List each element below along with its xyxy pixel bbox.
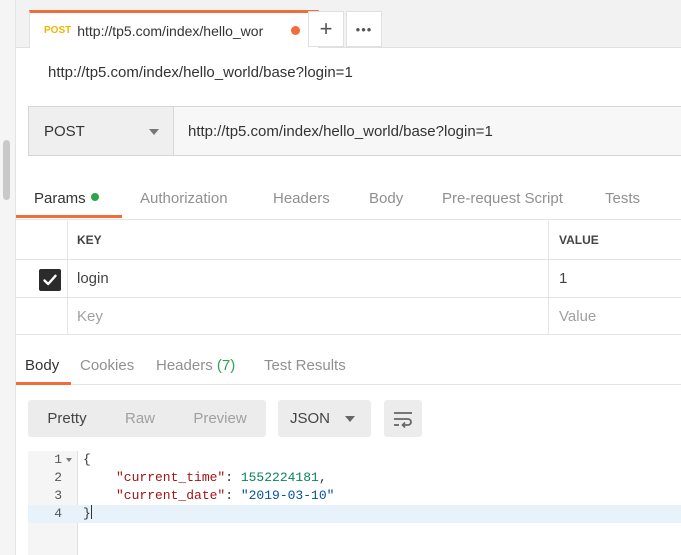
tab-response-headers[interactable]: Headers (7) [156, 357, 235, 374]
table-row: login 1 [16, 260, 681, 298]
request-tab[interactable]: POST http://tp5.com/index/hello_wor [29, 10, 319, 48]
checkmark-icon [43, 274, 57, 286]
fold-arrow-icon[interactable] [66, 458, 72, 462]
chevron-down-icon [345, 416, 355, 422]
code-text: "current_date": "2019-03-10" [116, 487, 334, 505]
method-dropdown[interactable]: POST [29, 107, 174, 155]
code-line: 3 "current_date": "2019-03-10" [28, 487, 681, 505]
code-text: { [83, 452, 91, 467]
json-comma: , [318, 470, 327, 485]
code-line-active: 4 } [28, 505, 681, 523]
response-body-editor[interactable]: 1 { 2 "current_time": 1552224181, 3 "cur… [28, 451, 681, 555]
table-row-empty: Key Value [16, 298, 681, 335]
format-label: JSON [290, 410, 331, 427]
request-tabs: Params Authorization Headers Body Pre-re… [16, 180, 681, 220]
params-table: KEY VALUE login 1 Key Value [16, 221, 681, 335]
json-string: "2019-03-10" [240, 488, 335, 503]
tab-method-badge: POST [44, 25, 72, 36]
url-input[interactable] [174, 107, 681, 155]
tab-body[interactable]: Body [369, 190, 403, 207]
value-header-label: VALUE [559, 233, 599, 247]
params-indicator-dot-icon [90, 193, 99, 201]
json-key: "current_date" [116, 488, 226, 503]
format-dropdown[interactable]: JSON [278, 400, 371, 437]
tab-cookies[interactable]: Cookies [80, 357, 134, 374]
more-tabs-button[interactable]: ••• [346, 11, 382, 47]
pretty-button[interactable]: Pretty [28, 400, 106, 437]
new-key-cell[interactable]: Key [68, 298, 549, 334]
wrap-lines-button[interactable] [384, 400, 422, 437]
tab-params-label: Params [34, 190, 86, 207]
param-value-cell[interactable]: 1 [549, 260, 681, 297]
value-placeholder: Value [559, 307, 597, 325]
tab-title: http://tp5.com/index/hello_wor [77, 22, 264, 39]
value-column-header: VALUE [549, 221, 681, 259]
key-placeholder: Key [77, 307, 103, 325]
code-text: "current_time": 1552224181, [116, 469, 327, 487]
line-number: 3 [54, 488, 62, 503]
key-header-label: KEY [77, 233, 102, 247]
unsaved-dot-icon [291, 26, 301, 35]
active-response-tab-indicator [16, 382, 71, 385]
chevron-down-icon [149, 129, 159, 135]
empty-check-cell [16, 298, 68, 334]
key-column-header: KEY [68, 221, 549, 259]
response-headers-label: Headers [156, 357, 213, 374]
close-brace: } [83, 506, 91, 521]
table-header-row: KEY VALUE [16, 221, 681, 260]
tab-headers[interactable]: Headers [273, 190, 330, 207]
raw-button[interactable]: Raw [106, 400, 174, 437]
view-mode-toggle: Pretty Raw Preview [28, 400, 266, 437]
ellipsis-icon: ••• [355, 21, 373, 37]
code-line: 2 "current_time": 1552224181, [28, 469, 681, 487]
tab-test-results[interactable]: Test Results [264, 357, 346, 374]
new-tab-button[interactable]: + [308, 11, 344, 47]
json-colon: : [225, 470, 241, 485]
tab-response-body[interactable]: Body [25, 357, 59, 374]
tab-params[interactable]: Params [34, 190, 99, 207]
request-tab-strip: POST http://tp5.com/index/hello_wor + ••… [16, 0, 681, 48]
row-check-cell [16, 260, 68, 297]
param-key-cell[interactable]: login [68, 260, 549, 297]
param-enabled-checkbox[interactable] [39, 269, 61, 291]
line-number: 1 [54, 452, 62, 467]
preview-button[interactable]: Preview [174, 400, 266, 437]
plus-icon: + [319, 16, 333, 41]
wrap-lines-icon [394, 411, 412, 428]
param-value: 1 [559, 270, 568, 287]
tab-authorization[interactable]: Authorization [140, 190, 228, 207]
request-name[interactable]: http://tp5.com/index/hello_world/base?lo… [48, 64, 353, 81]
tab-tests[interactable]: Tests [605, 190, 640, 207]
tab-pre-request-script[interactable]: Pre-request Script [442, 190, 563, 207]
new-value-cell[interactable]: Value [549, 298, 681, 334]
response-tabs: Body Cookies Headers (7) Test Results [16, 345, 681, 385]
param-key: login [77, 270, 109, 287]
sidebar-scrollbar[interactable] [3, 140, 10, 200]
json-colon: : [225, 488, 241, 503]
header-check-cell [16, 221, 68, 259]
line-number: 4 [54, 506, 62, 521]
left-sidebar-edge [0, 0, 16, 555]
line-number: 2 [54, 470, 62, 485]
headers-count-badge: (7) [216, 357, 236, 374]
url-bar: POST [28, 106, 681, 156]
text-cursor [90, 505, 92, 519]
code-line: 1 { [28, 451, 681, 469]
json-key: "current_time" [116, 470, 226, 485]
method-label: POST [44, 122, 85, 140]
code-text: } [83, 505, 92, 523]
json-number: 1552224181 [240, 470, 319, 485]
active-tab-indicator [16, 215, 122, 218]
